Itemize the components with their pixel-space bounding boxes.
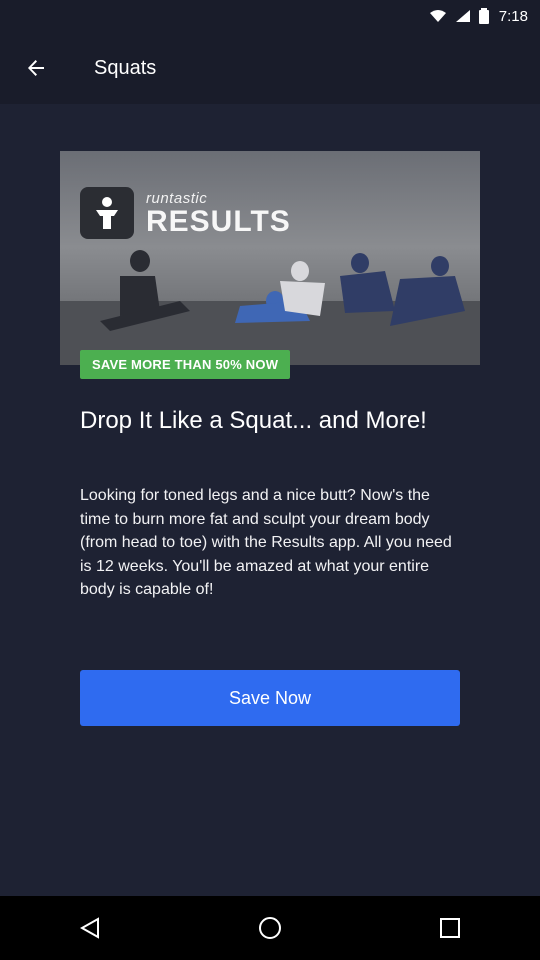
brand-name: runtastic [146, 189, 208, 207]
system-nav-bar [0, 896, 540, 960]
promo-badge: SAVE MORE THAN 50% NOW [80, 350, 291, 379]
status-icons [429, 8, 489, 24]
app-bar: Squats [0, 32, 540, 104]
status-time: 7:18 [498, 7, 528, 25]
headline: Drop It Like a Squat... and More! [80, 407, 427, 434]
runtastic-logo-icon [80, 187, 134, 239]
square-recents-icon [440, 918, 460, 938]
arrow-left-icon [28, 60, 44, 76]
nav-back-button[interactable] [50, 896, 130, 960]
save-now-button[interactable]: Save Now [80, 670, 460, 726]
athletes-illustration [60, 250, 480, 365]
wifi-icon [429, 10, 446, 22]
battery-icon [478, 8, 489, 24]
brand-logo: runtastic RESULTS [80, 187, 291, 239]
hero-image: runtastic RESULTS [60, 151, 480, 365]
nav-home-button[interactable] [230, 896, 310, 960]
description-text: Looking for toned legs and a nice butt? … [80, 487, 452, 599]
signal-icon [455, 10, 470, 22]
status-bar: 7:18 [0, 0, 540, 32]
nav-recents-button[interactable] [410, 896, 490, 960]
brand-product: RESULTS [146, 204, 291, 238]
triangle-back-icon [80, 917, 99, 939]
brand-text: runtastic RESULTS [146, 190, 291, 237]
page-title: Squats [94, 56, 157, 79]
circle-home-icon [259, 917, 281, 939]
back-button[interactable] [0, 32, 72, 104]
